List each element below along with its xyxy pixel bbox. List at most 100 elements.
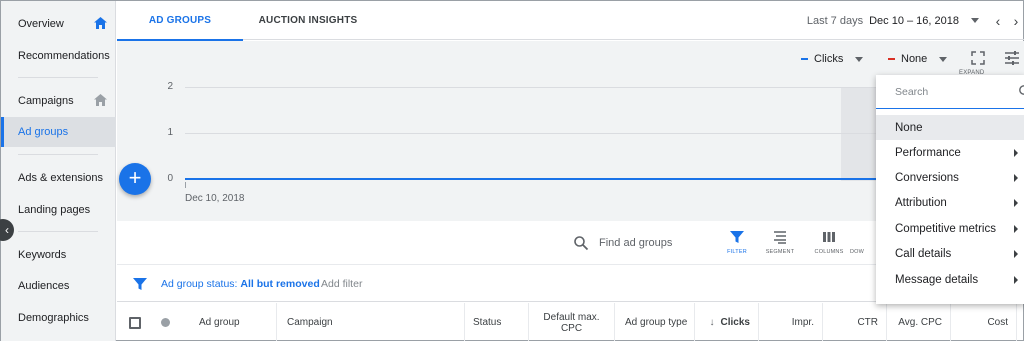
sidebar-item-label: Overview [18,18,64,30]
column-header-ctr[interactable]: CTR [823,303,887,341]
menu-item-label: Call details [895,247,952,260]
expand-icon[interactable] [967,47,989,69]
gridline [185,133,925,134]
metric2-selector[interactable]: None [888,49,948,69]
sort-desc-icon: ↓ [709,317,715,328]
menu-item-label: Performance [895,146,961,159]
column-label: Campaign [287,317,333,328]
chevron-right-icon[interactable]: › [1007,13,1024,29]
column-header-ad-group-type[interactable]: Ad group type [615,303,695,341]
add-button[interactable]: + [119,163,151,195]
tab-ad-groups[interactable]: AD GROUPS [117,1,243,41]
menu-item-call-details[interactable]: Call details [876,241,1024,266]
menu-search-field[interactable]: Search [876,75,1024,109]
menu-item-performance[interactable]: Performance [876,140,1024,165]
plus-icon: + [128,165,142,190]
menu-item-competitive-metrics[interactable]: Competitive metrics [876,216,1024,241]
sidebar-item-demographics[interactable]: Demographics [1,303,116,333]
download-button[interactable]: DOW [850,229,874,261]
metric1-selector[interactable]: Clicks [801,49,864,69]
sidebar-item-ads-extensions[interactable]: Ads & extensions [1,163,116,193]
menu-item-message-details[interactable]: Message details [876,267,1024,292]
menu-item-attribution[interactable]: Attribution [876,190,1024,215]
select-all-cell [117,303,153,341]
chevron-down-icon[interactable] [971,18,979,23]
chevron-down-icon [855,56,864,62]
gridline [185,87,925,88]
column-label: Ad group [199,317,240,328]
column-header-ad-group[interactable]: Ad group [177,303,277,341]
menu-item-label: Conversions [895,171,959,184]
column-header-clicks[interactable]: ↓ Clicks [695,303,759,341]
menu-search-input[interactable]: Search [895,86,928,98]
column-label: Impr. [791,317,814,328]
column-header-impressions[interactable]: Impr. [759,303,823,341]
columns-icon [823,232,835,242]
submenu-arrow-icon [1014,174,1018,182]
add-filter-link[interactable]: Add filter [321,278,362,290]
menu-item-conversions[interactable]: Conversions [876,165,1024,190]
sidebar-item-audiences[interactable]: Audiences [1,271,116,301]
x-tick-label: Dec 10, 2018 [185,193,245,204]
columns-button-label: COLUMNS [814,249,844,255]
column-label: Avg. CPC [898,317,942,328]
column-header-status[interactable]: Status [465,303,529,341]
sidebar-item-keywords[interactable]: Keywords [1,240,116,270]
filter-icon [133,278,147,290]
column-header-default-max-cpc[interactable]: Default max. CPC [529,303,615,341]
chevron-left-icon[interactable]: ‹ [989,13,1007,29]
segment-button-label: SEGMENT [765,249,795,255]
tab-auction-insights[interactable]: AUCTION INSIGHTS [243,1,373,40]
tab-label: AUCTION INSIGHTS [258,15,358,26]
status-dot-icon [160,318,170,327]
submenu-arrow-icon [1014,250,1018,258]
menu-item-none[interactable]: None [876,115,1024,140]
sidebar-item-label: Demographics [18,312,89,324]
sidebar: Overview Recommendations Campaigns Ad gr… [1,1,116,341]
filter-button[interactable]: FILTER [714,229,760,261]
segment-icon [774,231,786,244]
sidebar-item-label: Keywords [18,249,67,261]
sidebar-divider [18,77,98,78]
metric1-label: Clicks [814,53,844,65]
sidebar-item-recommendations[interactable]: Recommendations [1,41,116,71]
filter-prefix: Ad group status: [161,278,241,290]
select-all-checkbox[interactable] [129,316,141,329]
chart-settings-icon[interactable] [1001,47,1023,69]
filter-value: All but removed [240,278,320,290]
sidebar-item-landing-pages[interactable]: Landing pages [1,195,116,225]
date-range-label: Last 7 days [806,14,864,27]
y-tick-label: 0 [167,173,173,184]
columns-button[interactable]: COLUMNS [806,229,852,261]
y-tick-label: 2 [167,81,173,92]
active-filter-chip[interactable]: Ad group status: All but removed [161,278,320,290]
tab-label: AD GROUPS [148,15,212,26]
sidebar-item-ad-groups[interactable]: Ad groups [1,117,116,147]
date-range-value[interactable]: Dec 10 – 16, 2018 [869,15,959,27]
column-label: Ad group type [625,317,688,328]
x-tick [185,182,186,188]
column-header-cost[interactable]: Cost [951,303,1017,341]
column-header-avg-cpc[interactable]: Avg. CPC [887,303,951,341]
column-header-campaign[interactable]: Campaign [277,303,465,341]
column-label: Cost [987,317,1008,328]
segment-button[interactable]: SEGMENT [757,229,803,261]
sidebar-item-label: Recommendations [18,50,110,62]
home-icon [94,94,107,106]
sidebar-divider [18,154,98,155]
sidebar-item-label: Ads & extensions [18,172,103,184]
chevron-left-icon: ‹ [5,223,9,237]
series-line-clicks [185,178,977,180]
column-label: Clicks [720,317,750,328]
column-label: Status [473,317,502,328]
sidebar-item-label: Campaigns [18,95,74,107]
search-input[interactable]: Find ad groups [599,237,672,249]
chart-hover-column [841,87,877,181]
sidebar-item-campaigns[interactable]: Campaigns [1,86,116,116]
tab-bar: AD GROUPS AUCTION INSIGHTS Last 7 days D… [117,1,1024,41]
sidebar-item-overview[interactable]: Overview [1,9,116,39]
download-button-label: DOW [850,249,865,255]
metric-dropdown-menu: Search None Performance Conversions Attr… [876,75,1024,304]
date-range-selector: Last 7 days Dec 10 – 16, 2018 ‹ › [807,1,1024,40]
sidebar-divider [18,231,98,232]
